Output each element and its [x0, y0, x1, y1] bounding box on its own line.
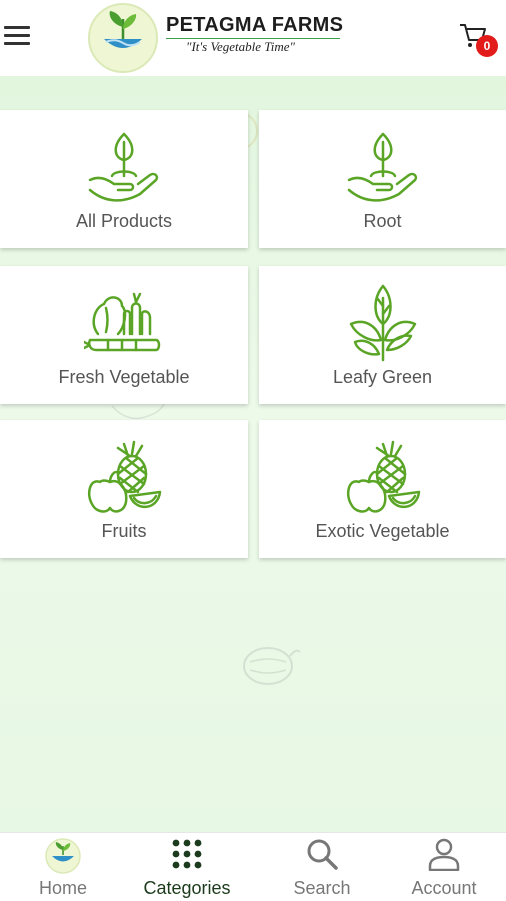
brand-logo [88, 3, 158, 73]
category-label: All Products [75, 211, 173, 231]
category-label: Fruits [101, 521, 147, 541]
category-card-all-products[interactable]: All Products [0, 110, 248, 248]
nav-label: Home [38, 878, 87, 898]
nav-item-home[interactable]: Home [0, 833, 126, 901]
grid-dots-icon [172, 839, 202, 869]
vegetables-icon [84, 292, 161, 352]
hand-sprout-icon [88, 132, 159, 202]
fruits-icon [88, 440, 162, 513]
home-logo-icon [45, 838, 81, 874]
categories-grid: All Products Root Fresh Vegetable Leafy … [0, 76, 506, 832]
category-label: Leafy Green [332, 367, 433, 387]
nav-label: Categories [143, 878, 231, 898]
nav-item-search[interactable]: Search [259, 833, 385, 901]
category-card-root[interactable]: Root [259, 110, 506, 248]
category-label: Exotic Vegetable [315, 521, 450, 541]
category-card-exotic-vegetable[interactable]: Exotic Vegetable [259, 420, 506, 558]
cart-count-badge: 0 [476, 35, 498, 57]
app-header: PETAGMA FARMS "It's Vegetable Time" 0 [0, 0, 506, 76]
brand-name: PETAGMA FARMS [166, 14, 344, 36]
category-label: Root [363, 211, 402, 231]
cart-button[interactable]: 0 [458, 22, 498, 58]
nav-item-account[interactable]: Account [382, 833, 506, 901]
watermark-pepper-icon [243, 647, 301, 685]
hand-sprout-icon [347, 132, 417, 202]
search-icon [307, 839, 338, 870]
category-label: Fresh Vegetable [58, 367, 190, 387]
leaves-icon [349, 284, 416, 362]
brand-tagline: "It's Vegetable Time" [186, 39, 296, 54]
nav-item-categories[interactable]: Categories [124, 833, 250, 901]
user-icon [428, 838, 460, 871]
category-card-fresh-vegetable[interactable]: Fresh Vegetable [0, 266, 248, 404]
bottom-navigation: Home Categories Search Account [0, 832, 506, 901]
hamburger-menu-icon[interactable] [4, 26, 30, 48]
nav-label: Search [293, 878, 351, 898]
category-card-leafy-green[interactable]: Leafy Green [259, 266, 506, 404]
fruits-icon [346, 440, 420, 513]
category-card-fruits[interactable]: Fruits [0, 420, 248, 558]
nav-label: Account [411, 878, 477, 898]
